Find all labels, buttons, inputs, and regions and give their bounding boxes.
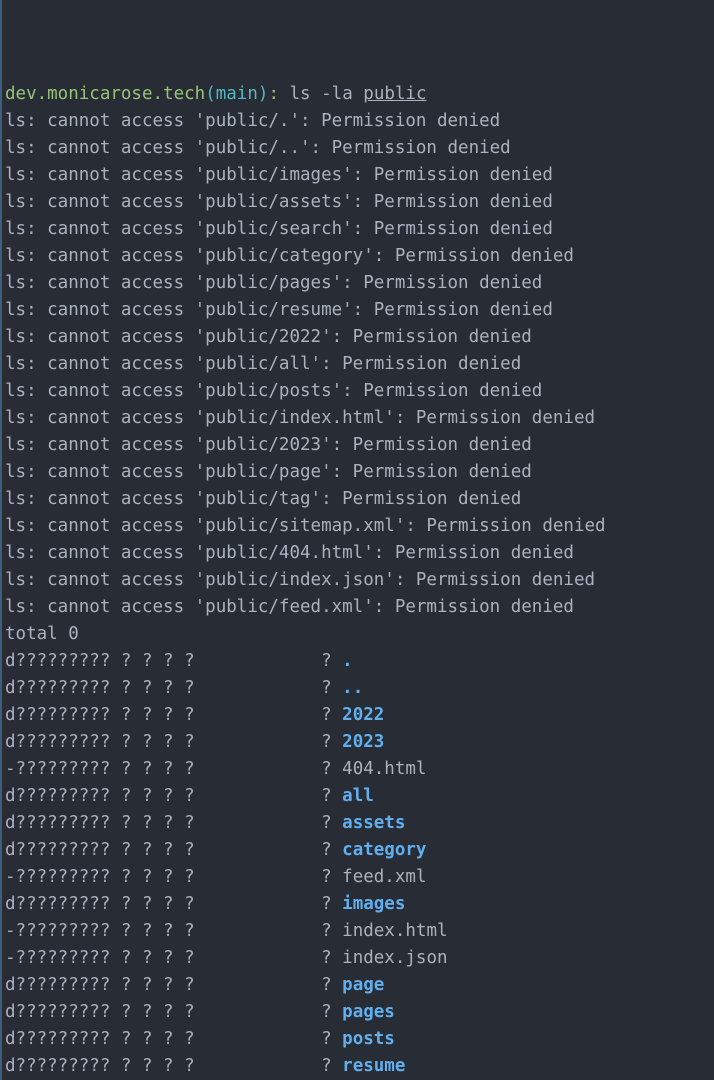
branch-paren-open: ( xyxy=(205,84,216,104)
listing-row: d????????? ? ? ? ? ? page xyxy=(5,972,714,999)
listing-perms: d????????? ? ? ? ? ? xyxy=(5,678,342,698)
prompt-host: dev.monicarose.tech xyxy=(5,84,205,104)
dir-name: page xyxy=(342,975,384,995)
listing-perms: d????????? ? ? ? ? ? xyxy=(5,975,342,995)
error-line: ls: cannot access 'public/resume': Permi… xyxy=(5,297,714,324)
listing-row: -????????? ? ? ? ? ? index.json xyxy=(5,945,714,972)
dir-name: pages xyxy=(342,1002,395,1022)
listing-row: d????????? ? ? ? ? ? images xyxy=(5,891,714,918)
dir-name: .. xyxy=(342,678,363,698)
listing-row: -????????? ? ? ? ? ? feed.xml xyxy=(5,864,714,891)
error-line: ls: cannot access 'public/search': Permi… xyxy=(5,216,714,243)
error-line: ls: cannot access 'public/2022': Permiss… xyxy=(5,324,714,351)
listing-row: d????????? ? ? ? ? ? resume xyxy=(5,1053,714,1080)
dir-name: images xyxy=(342,894,405,914)
prompt-separator: : xyxy=(268,84,289,104)
listing-row: d????????? ? ? ? ? ? 2023 xyxy=(5,729,714,756)
file-name: 404.html xyxy=(342,759,426,779)
terminal-output[interactable]: dev.monicarose.tech(main): ls -la public… xyxy=(5,81,714,1080)
listing-row: d????????? ? ? ? ? ? 2022 xyxy=(5,702,714,729)
listing-row: -????????? ? ? ? ? ? index.html xyxy=(5,918,714,945)
error-line: ls: cannot access 'public/feed.xml': Per… xyxy=(5,594,714,621)
error-line: ls: cannot access 'public/index.json': P… xyxy=(5,567,714,594)
dir-name: all xyxy=(342,786,374,806)
listing-perms: d????????? ? ? ? ? ? xyxy=(5,840,342,860)
listing-row: d????????? ? ? ? ? ? .. xyxy=(5,675,714,702)
dir-name: resume xyxy=(342,1056,405,1076)
listing-perms: d????????? ? ? ? ? ? xyxy=(5,705,342,725)
command-arg: public xyxy=(363,84,426,104)
listing-perms: d????????? ? ? ? ? ? xyxy=(5,894,342,914)
listing-perms: -????????? ? ? ? ? ? xyxy=(5,867,342,887)
dir-name: 2023 xyxy=(342,732,384,752)
dir-name: . xyxy=(342,651,353,671)
listing-row: d????????? ? ? ? ? ? pages xyxy=(5,999,714,1026)
listing-row: d????????? ? ? ? ? ? category xyxy=(5,837,714,864)
error-line: ls: cannot access 'public/tag': Permissi… xyxy=(5,486,714,513)
listing-row: d????????? ? ? ? ? ? posts xyxy=(5,1026,714,1053)
listing-row: -????????? ? ? ? ? ? 404.html xyxy=(5,756,714,783)
error-line: ls: cannot access 'public/404.html': Per… xyxy=(5,540,714,567)
error-line: ls: cannot access 'public/.': Permission… xyxy=(5,108,714,135)
dir-name: assets xyxy=(342,813,405,833)
command-text: ls -la xyxy=(290,84,364,104)
listing-perms: -????????? ? ? ? ? ? xyxy=(5,921,342,941)
error-line: ls: cannot access 'public/all': Permissi… xyxy=(5,351,714,378)
listing-row: d????????? ? ? ? ? ? . xyxy=(5,648,714,675)
prompt-line[interactable]: dev.monicarose.tech(main): ls -la public xyxy=(5,81,714,108)
listing-perms: d????????? ? ? ? ? ? xyxy=(5,732,342,752)
error-line: ls: cannot access 'public/index.html': P… xyxy=(5,405,714,432)
git-branch: main xyxy=(216,84,258,104)
error-line: ls: cannot access 'public/category': Per… xyxy=(5,243,714,270)
listing-perms: d????????? ? ? ? ? ? xyxy=(5,1029,342,1049)
listing-perms: -????????? ? ? ? ? ? xyxy=(5,759,342,779)
listing-perms: d????????? ? ? ? ? ? xyxy=(5,1056,342,1076)
listing-perms: d????????? ? ? ? ? ? xyxy=(5,786,342,806)
listing-row: d????????? ? ? ? ? ? assets xyxy=(5,810,714,837)
file-name: feed.xml xyxy=(342,867,426,887)
listing-perms: -????????? ? ? ? ? ? xyxy=(5,948,342,968)
error-line: ls: cannot access 'public/posts': Permis… xyxy=(5,378,714,405)
error-line: ls: cannot access 'public/..': Permissio… xyxy=(5,135,714,162)
branch-paren-close: ) xyxy=(258,84,269,104)
dir-name: category xyxy=(342,840,426,860)
error-line: ls: cannot access 'public/2023': Permiss… xyxy=(5,432,714,459)
dir-name: posts xyxy=(342,1029,395,1049)
file-name: index.json xyxy=(342,948,447,968)
error-line: ls: cannot access 'public/page': Permiss… xyxy=(5,459,714,486)
error-line: ls: cannot access 'public/sitemap.xml': … xyxy=(5,513,714,540)
error-line: ls: cannot access 'public/images': Permi… xyxy=(5,162,714,189)
error-line: ls: cannot access 'public/pages': Permis… xyxy=(5,270,714,297)
listing-perms: d????????? ? ? ? ? ? xyxy=(5,651,342,671)
listing-perms: d????????? ? ? ? ? ? xyxy=(5,813,342,833)
total-line: total 0 xyxy=(5,621,714,648)
error-line: ls: cannot access 'public/assets': Permi… xyxy=(5,189,714,216)
listing-row: d????????? ? ? ? ? ? all xyxy=(5,783,714,810)
listing-perms: d????????? ? ? ? ? ? xyxy=(5,1002,342,1022)
file-name: index.html xyxy=(342,921,447,941)
dir-name: 2022 xyxy=(342,705,384,725)
